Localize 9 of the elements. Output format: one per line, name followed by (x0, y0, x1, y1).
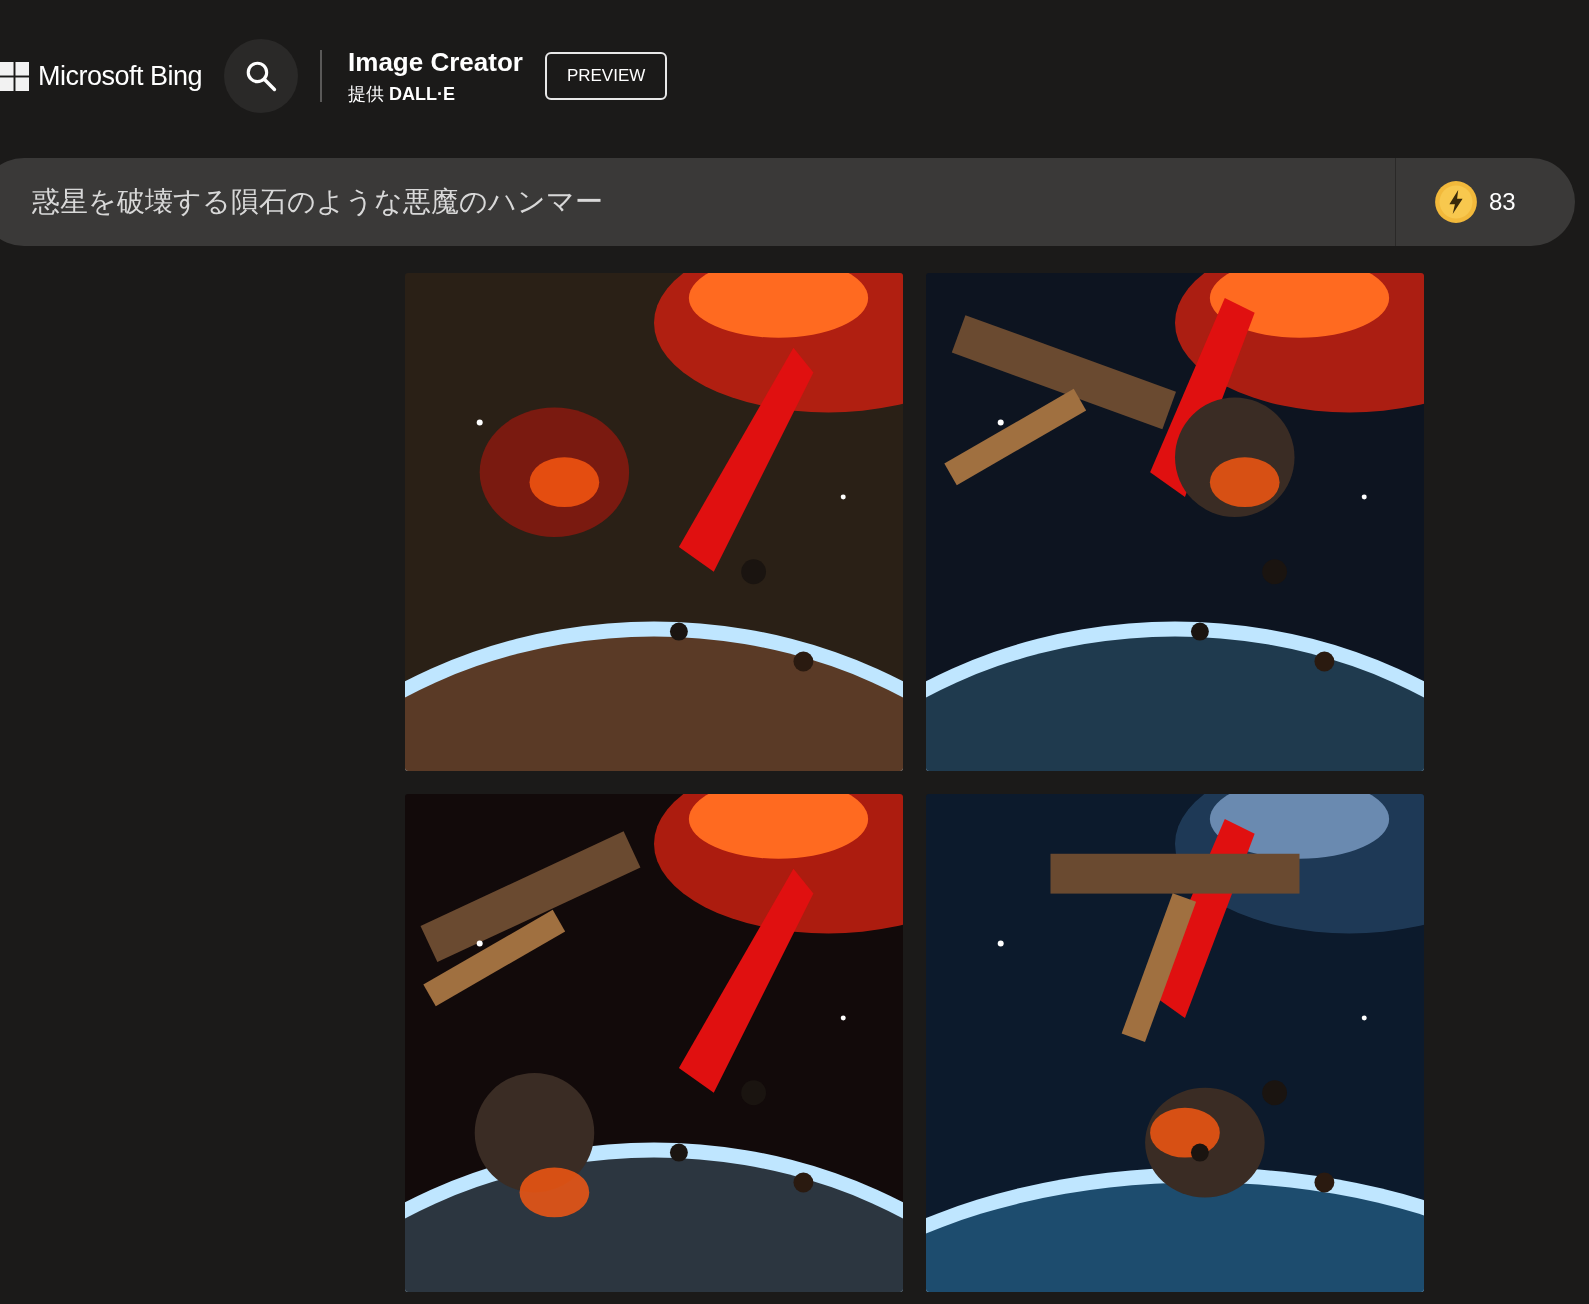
preview-badge: PREVIEW (544, 52, 668, 100)
search-icon (244, 59, 279, 93)
brand-name[interactable]: Microsoft Bing (38, 60, 203, 92)
prompt-field[interactable]: 惑星を破壊する隕石のような悪魔のハンマー (0, 158, 1395, 246)
coin-icon (1434, 180, 1478, 224)
coin-count: 83 (1489, 188, 1516, 216)
app-title[interactable]: Image Creator (348, 46, 523, 78)
windows-logo-icon (0, 61, 29, 91)
app-subtitle: 提供 DALL·E (348, 82, 457, 106)
